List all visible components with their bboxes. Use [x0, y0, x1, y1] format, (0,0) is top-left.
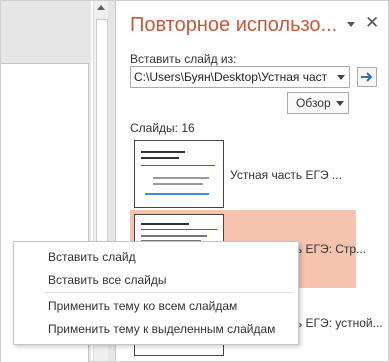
- slides-count: Слайды: 16: [130, 121, 195, 135]
- menu-separator: [44, 292, 294, 293]
- slide-list-item[interactable]: Устная часть ЕГЭ ...: [130, 136, 356, 214]
- menu-item-insert-all-slides[interactable]: Вставить все слайды: [48, 273, 166, 287]
- app-window: Повторное использо... ✕ Вставить слайд и…: [0, 0, 389, 362]
- pane-title: Повторное использо...: [130, 14, 338, 36]
- menu-item-apply-theme-all[interactable]: Применить тему ко всем слайдам: [48, 299, 237, 313]
- arrow-right-icon: [361, 72, 373, 82]
- path-combobox[interactable]: C:\Users\Буян\Desktop\Устная часть: [130, 66, 350, 88]
- chevron-down-icon: [336, 101, 344, 106]
- chevron-down-icon[interactable]: [337, 75, 345, 80]
- menu-item-insert-slide[interactable]: Вставить слайд: [48, 250, 136, 264]
- menu-item-apply-theme-selected[interactable]: Применить тему к выделенным слайдам: [48, 322, 275, 336]
- slide-title: Устная часть ЕГЭ ...: [230, 168, 342, 182]
- browse-button-label: Обзор: [296, 96, 331, 110]
- slide-thumbnail: [134, 140, 224, 208]
- browse-button[interactable]: Обзор: [287, 92, 349, 114]
- chevron-down-icon[interactable]: [347, 22, 355, 27]
- path-input[interactable]: C:\Users\Буян\Desktop\Устная часть: [134, 70, 328, 84]
- context-menu: Вставить слайд Вставить все слайды Приме…: [13, 241, 299, 345]
- scroll-up-arrow-icon[interactable]: [97, 5, 105, 10]
- insert-from-label: Вставить слайд из:: [130, 52, 237, 66]
- close-icon[interactable]: ✕: [365, 13, 379, 33]
- go-button[interactable]: [357, 67, 377, 87]
